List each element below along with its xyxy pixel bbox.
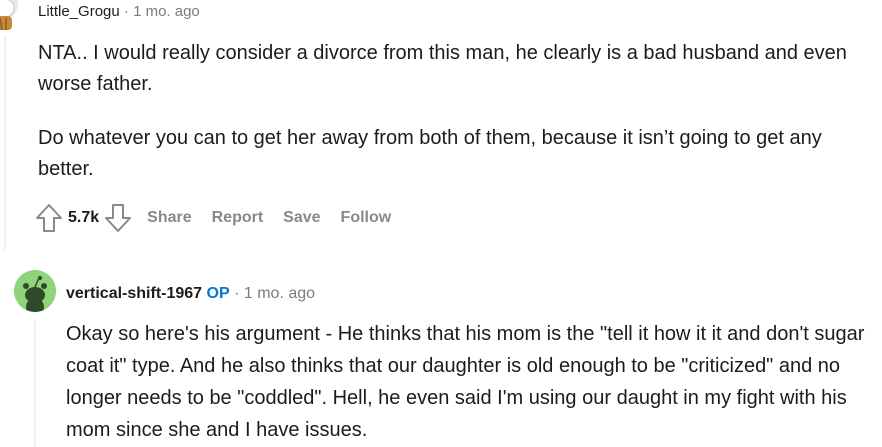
comment-time[interactable]: 1 mo. ago — [244, 285, 315, 302]
comment-meta: Little_Grogu · 1 mo. ago — [38, 2, 200, 22]
report-button[interactable]: Report — [212, 209, 264, 227]
comment-author[interactable]: vertical-shift-1967 — [66, 285, 202, 302]
comment-paragraph: NTA.. I would really consider a divorce … — [38, 42, 847, 95]
comment-body: Okay so here's his argument - He thinks … — [66, 318, 882, 446]
comment-author[interactable]: Little_Grogu — [38, 3, 120, 20]
comment-time[interactable]: 1 mo. ago — [133, 3, 200, 20]
meta-separator: · — [234, 285, 240, 302]
comment-body: NTA.. I would really consider a divorce … — [38, 38, 882, 185]
vote-score: 5.7k — [68, 209, 100, 226]
comment: vertical-shift-1967 OP · 1 mo. ago Okay … — [0, 258, 882, 447]
upvote-arrow-icon — [36, 204, 62, 232]
meta-separator: · — [123, 3, 129, 20]
comment: Little_Grogu · 1 mo. ago NTA.. I would r… — [0, 0, 882, 250]
comment-actions: 5.7k Share Report Save Follow — [34, 200, 391, 236]
op-badge: OP — [206, 285, 230, 302]
comment-paragraph: Okay so here's his argument - He thinks … — [66, 323, 865, 441]
thread-line[interactable] — [34, 320, 36, 447]
upvote-button[interactable] — [34, 200, 64, 236]
downvote-button[interactable] — [103, 200, 133, 236]
downvote-arrow-icon — [105, 204, 132, 232]
thread-line[interactable] — [4, 36, 6, 250]
follow-button[interactable]: Follow — [341, 209, 392, 227]
snoo-avatar-icon[interactable] — [0, 0, 26, 31]
comment-meta: vertical-shift-1967 OP · 1 mo. ago — [66, 284, 315, 304]
share-button[interactable]: Share — [147, 209, 191, 227]
save-button[interactable]: Save — [283, 209, 320, 227]
green-snoo-avatar-icon[interactable] — [14, 270, 56, 312]
comment-paragraph: Do whatever you can to get her away from… — [38, 127, 822, 180]
